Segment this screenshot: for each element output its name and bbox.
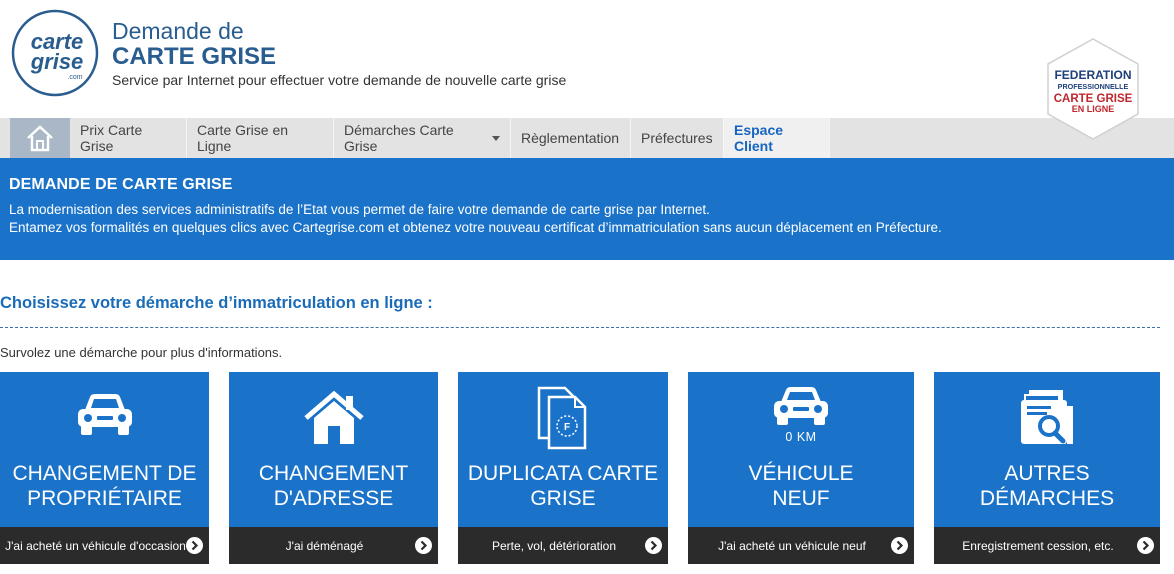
km-label: 0 KM	[785, 430, 817, 444]
card-footer-label: Perte, vol, détérioration	[491, 538, 617, 553]
card-footer-label: J'ai acheté un véhicule d'occasion	[5, 538, 186, 553]
badge-line2: PROFESSIONNELLE	[1058, 82, 1129, 91]
card-footer[interactable]: Enregistrement cession, etc.	[934, 527, 1160, 564]
federation-badge[interactable]: FEDERATION PROFESSIONNELLE CARTE GRISE E…	[1046, 38, 1140, 140]
card-autres-demarches[interactable]: AUTRES DÉMARCHES Enregistrement cession,…	[934, 372, 1160, 564]
card-title-line1: AUTRES	[1004, 462, 1090, 485]
card-title-line2: D'ADRESSE	[273, 487, 394, 510]
banner-text-line2: Entamez vos formalités en quelques clics…	[9, 220, 942, 235]
main-nav: Prix Carte Grise Carte Grise en Ligne Dé…	[0, 118, 1174, 158]
card-title-line1: CHANGEMENT DE	[12, 462, 197, 485]
nav-home-button[interactable]	[10, 118, 70, 158]
nav-item-espace-client[interactable]: Espace Client	[724, 118, 830, 158]
banner-text-line1: La modernisation des services administra…	[9, 202, 710, 217]
section-divider	[0, 327, 1160, 328]
card-footer-label: Enregistrement cession, etc.	[962, 538, 1114, 553]
card-title-line2: DÉMARCHES	[979, 487, 1115, 510]
card-footer[interactable]: Perte, vol, détérioration	[458, 527, 668, 564]
arrow-right-circle-icon[interactable]	[1137, 537, 1154, 554]
house-icon	[303, 390, 364, 444]
card-title-line2: GRISE	[530, 487, 596, 510]
new-car-icon	[774, 387, 828, 425]
logo-text-com: .com	[67, 74, 82, 81]
documents-icon: F	[537, 386, 587, 450]
card-changement-adresse[interactable]: CHANGEMENT D'ADRESSE J'ai déménagé	[229, 372, 438, 564]
badge-line4: EN LIGNE	[1072, 104, 1115, 114]
car-icon	[77, 394, 132, 435]
logo-text-grise: grise	[30, 49, 84, 74]
search-documents-icon	[1021, 390, 1073, 444]
badge-line1: FEDERATION	[1054, 68, 1131, 82]
card-footer-label: J'ai déménagé	[285, 538, 364, 553]
intro-banner: DEMANDE DE CARTE GRISE La modernisation …	[0, 158, 1174, 260]
card-title-line2: NEUF	[772, 487, 830, 510]
section-title: Choisissez votre démarche d’immatriculat…	[0, 294, 433, 312]
card-title-line1: CHANGEMENT	[258, 462, 409, 485]
nav-item-reglementation[interactable]: Règlementation	[511, 118, 631, 158]
site-title-line1: Demande de	[112, 18, 244, 44]
arrow-right-circle-icon[interactable]	[645, 537, 662, 554]
card-title-line1: DUPLICATA CARTE	[467, 462, 659, 485]
arrow-right-circle-icon[interactable]	[891, 537, 908, 554]
caret-down-icon	[492, 135, 500, 141]
site-header: carte grise .com Demande de CARTE GRISE …	[0, 0, 1174, 118]
cartegrise-logo[interactable]: carte grise .com	[11, 9, 99, 97]
card-duplicata[interactable]: F DUPLICATA CARTE GRISE Perte, vol, dété…	[458, 372, 668, 564]
nav-item-prix[interactable]: Prix Carte Grise	[70, 118, 187, 158]
card-footer[interactable]: J'ai déménagé	[229, 527, 438, 564]
card-footer[interactable]: J'ai acheté un véhicule d'occasion	[0, 527, 209, 564]
arrow-right-circle-icon[interactable]	[186, 537, 203, 554]
card-vehicule-neuf[interactable]: 0 KM VÉHICULE NEUF J'ai acheté un véhicu…	[688, 372, 914, 564]
card-footer[interactable]: J'ai acheté un véhicule neuf	[688, 527, 914, 564]
card-title-line2: PROPRIÉTAIRE	[27, 487, 182, 510]
svg-text:F: F	[564, 422, 570, 433]
card-changement-proprietaire[interactable]: CHANGEMENT DE PROPRIÉTAIRE J'ai acheté u…	[0, 372, 209, 564]
site-tagline: Service par Internet pour effectuer votr…	[112, 72, 567, 88]
arrow-right-circle-icon[interactable]	[415, 537, 432, 554]
nav-item-demarches[interactable]: Démarches Carte Grise	[334, 118, 511, 158]
nav-item-carte-grise-en-ligne[interactable]: Carte Grise en Ligne	[187, 118, 334, 158]
nav-item-demarches-label: Démarches Carte Grise	[344, 122, 454, 154]
nav-item-prefectures[interactable]: Préfectures	[631, 118, 724, 158]
section-hint: Survolez une démarche pour plus d'inform…	[0, 345, 283, 360]
home-icon	[27, 125, 53, 152]
card-title-line1: VÉHICULE	[748, 462, 854, 485]
site-title-line2: CARTE GRISE	[112, 43, 277, 70]
banner-title: DEMANDE DE CARTE GRISE	[9, 176, 233, 193]
card-footer-label: J'ai acheté un véhicule neuf	[718, 538, 866, 553]
